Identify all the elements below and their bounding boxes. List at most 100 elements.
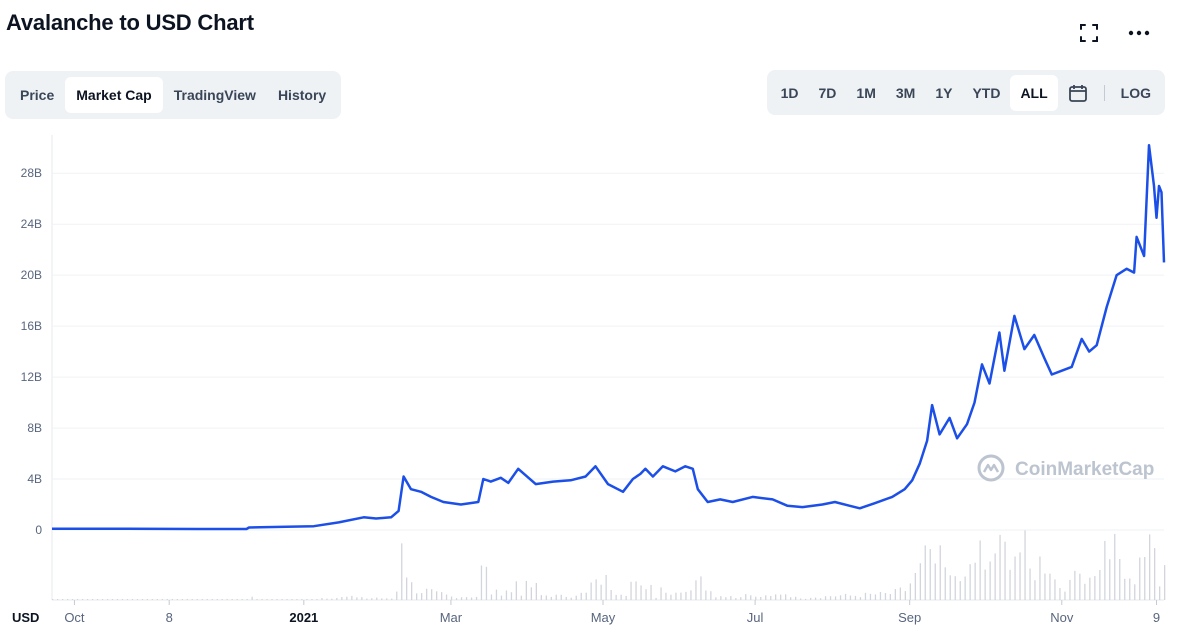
volume-bar — [695, 580, 697, 600]
volume-bar — [720, 596, 722, 600]
volume-bar — [610, 590, 612, 600]
log-scale-toggle[interactable]: LOG — [1111, 75, 1161, 111]
volume-bar — [141, 599, 144, 600]
chart-type-tabs: Price Market Cap TradingView History — [5, 71, 342, 119]
y-tick-label: 24B — [21, 217, 42, 231]
tab-price[interactable]: Price — [9, 77, 65, 113]
volume-bar — [575, 595, 577, 600]
calendar-icon[interactable] — [1058, 75, 1098, 111]
fullscreen-icon[interactable] — [1076, 20, 1102, 46]
volume-bar — [819, 598, 822, 600]
range-7d[interactable]: 7D — [809, 75, 847, 111]
volume-bar — [341, 597, 343, 600]
volume-bar — [1039, 556, 1041, 600]
volume-bar — [406, 577, 408, 600]
volume-bar — [1049, 573, 1051, 600]
volume-bar — [480, 565, 483, 600]
volume-bar — [580, 592, 582, 600]
range-all[interactable]: ALL — [1010, 74, 1058, 111]
volume-bar — [550, 596, 552, 600]
volume-bar — [765, 595, 767, 600]
volume-bar — [630, 581, 632, 600]
volume-bar — [849, 595, 852, 600]
volume-bar — [316, 599, 318, 600]
volume-bar — [979, 540, 981, 600]
volume-bar — [650, 584, 652, 600]
volume-bar — [336, 598, 338, 600]
volume-bar — [914, 573, 916, 600]
volume-bar — [176, 599, 178, 600]
volume-bar — [1129, 578, 1131, 600]
volume-bar — [241, 599, 243, 600]
volume-bar — [964, 576, 966, 600]
volume-bar — [939, 545, 941, 600]
volume-bar — [994, 553, 996, 600]
volume-bar — [790, 597, 792, 600]
volume-bar — [570, 597, 572, 600]
range-1d[interactable]: 1D — [771, 75, 809, 111]
volume-bar — [211, 599, 213, 600]
volume-bar — [101, 599, 104, 600]
volume-bar — [251, 596, 253, 600]
volume-bar — [450, 596, 453, 600]
volume-bar — [76, 599, 79, 600]
volume-bar — [411, 582, 413, 600]
volume-bar — [1099, 570, 1101, 600]
x-tick-label: May — [591, 610, 616, 625]
volume-bar — [839, 595, 842, 600]
volume-bar — [685, 591, 687, 600]
volume-bar — [1104, 540, 1106, 600]
volume-bar — [131, 599, 134, 600]
volume-bar — [201, 599, 203, 600]
range-1y[interactable]: 1Y — [925, 75, 962, 111]
volume-bar — [505, 590, 508, 600]
y-tick-label: 20B — [21, 268, 42, 282]
volume-bar — [146, 599, 148, 600]
volume-bar — [800, 598, 802, 600]
volume-bar — [495, 589, 498, 600]
volume-bar — [1014, 556, 1016, 600]
range-3m[interactable]: 3M — [886, 75, 925, 111]
volume-bar — [700, 576, 702, 600]
range-1m[interactable]: 1M — [846, 75, 885, 111]
volume-bar — [625, 595, 627, 600]
volume-bar — [421, 593, 423, 600]
volume-bar — [391, 598, 393, 600]
volume-bar — [62, 599, 64, 600]
volume-bar — [565, 596, 567, 600]
more-icon[interactable] — [1126, 20, 1152, 46]
volume-bar — [186, 599, 188, 600]
volume-bar — [231, 599, 233, 600]
volume-bar — [436, 591, 438, 600]
volume-bar — [256, 599, 258, 600]
range-ytd[interactable]: YTD — [962, 75, 1010, 111]
volume-bar — [670, 594, 672, 600]
volume-bar — [760, 597, 762, 600]
tab-history[interactable]: History — [267, 77, 337, 113]
volume-bar — [1154, 548, 1156, 600]
volume-bar — [755, 596, 757, 600]
y-axis: 0 4B 8B 12B 16B 20B 24B 28B — [21, 166, 43, 537]
volume-bar — [540, 595, 542, 600]
y-tick-label: 16B — [21, 319, 42, 333]
volume-bar — [590, 582, 592, 600]
volume-bar — [166, 599, 168, 600]
market-cap-chart: CoinMarketCap 0 4B 8B 12B 16B 20B 24B 28B Oct 8 2… — [12, 135, 1166, 625]
volume-bar — [465, 597, 468, 600]
volume-bar — [351, 595, 353, 600]
volume-bar — [595, 579, 597, 600]
volume-bar — [331, 598, 333, 600]
volume-bar — [889, 594, 891, 600]
volume-bar — [655, 597, 657, 600]
tab-tradingview[interactable]: TradingView — [163, 77, 267, 113]
x-tick-label: Sep — [898, 610, 921, 625]
volume-bar — [356, 597, 358, 600]
volume-bar — [874, 594, 877, 600]
volume-bar — [515, 581, 517, 600]
x-tick-label: Mar — [440, 610, 463, 625]
volume-bar — [1054, 579, 1056, 600]
tab-market-cap[interactable]: Market Cap — [65, 77, 163, 113]
volume-bar — [785, 594, 787, 600]
volume-bar — [57, 599, 59, 600]
volume-bar — [525, 580, 527, 600]
